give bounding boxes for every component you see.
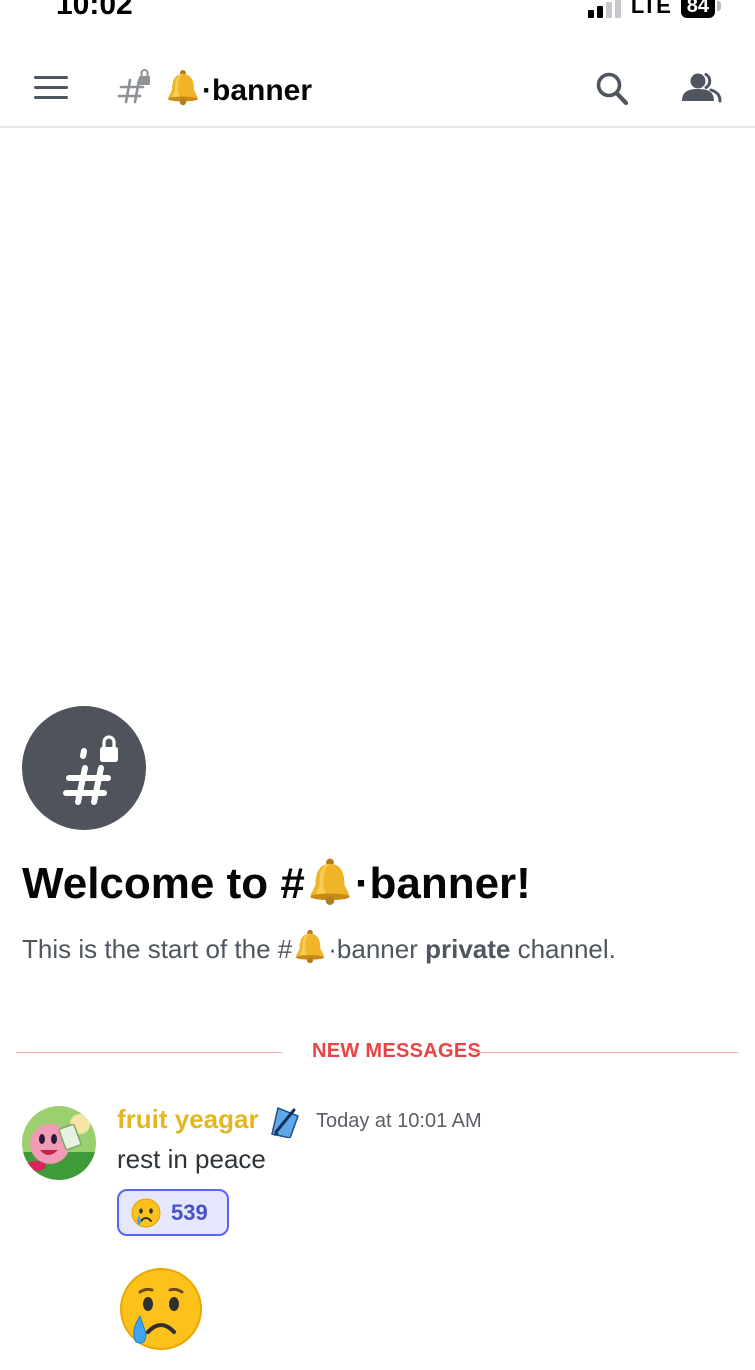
status-indicators: LTE 84 — [587, 0, 721, 20]
hamburger-menu-icon[interactable] — [34, 76, 68, 100]
reaction-button[interactable]: 539 — [117, 1189, 229, 1236]
message-text: rest in peace — [117, 1144, 266, 1174]
status-time: 10:02 — [56, 0, 133, 21]
avatar[interactable] — [22, 1106, 96, 1180]
channel-header: ·banner — [0, 48, 755, 128]
intro-channel: ·banner — [328, 934, 418, 964]
intro-private-label: private — [425, 934, 511, 964]
new-messages-divider: NEW MESSAGES — [16, 1040, 738, 1064]
welcome-prefix: Welcome to # — [22, 859, 305, 908]
signal-strength-icon — [587, 0, 621, 18]
crying-face-icon — [120, 1268, 202, 1350]
battery-level: 84 — [680, 0, 715, 18]
bell-emoji-icon — [168, 70, 198, 106]
battery-icon: 84 — [680, 0, 721, 18]
bell-emoji-icon — [296, 929, 325, 964]
channel-avatar — [22, 706, 146, 830]
locked-hash-icon — [117, 69, 150, 104]
bell-emoji-icon — [310, 858, 350, 905]
members-icon[interactable] — [680, 68, 722, 108]
pencil-badge-icon — [271, 1106, 299, 1138]
welcome-heading: Welcome to # ·banner! — [22, 856, 531, 909]
network-type: LTE — [630, 0, 671, 18]
locked-hash-icon — [63, 735, 118, 805]
intro-prefix: This is the start of the # — [22, 934, 293, 964]
welcome-suffix: ·banner! — [354, 859, 531, 908]
crying-face-icon — [131, 1198, 161, 1227]
search-icon[interactable] — [594, 68, 630, 108]
message-timestamp: Today at 10:01 AM — [316, 1110, 482, 1132]
reaction-count: 539 — [171, 1199, 208, 1225]
channel-title[interactable]: ·banner — [164, 68, 312, 108]
new-messages-label: NEW MESSAGES — [312, 1040, 482, 1062]
channel-intro-text: This is the start of the # ·banner priva… — [22, 928, 616, 965]
intro-suffix: channel. — [517, 934, 616, 964]
channel-name: ·banner — [202, 74, 313, 107]
message-author[interactable]: fruit yeagar — [117, 1104, 259, 1135]
